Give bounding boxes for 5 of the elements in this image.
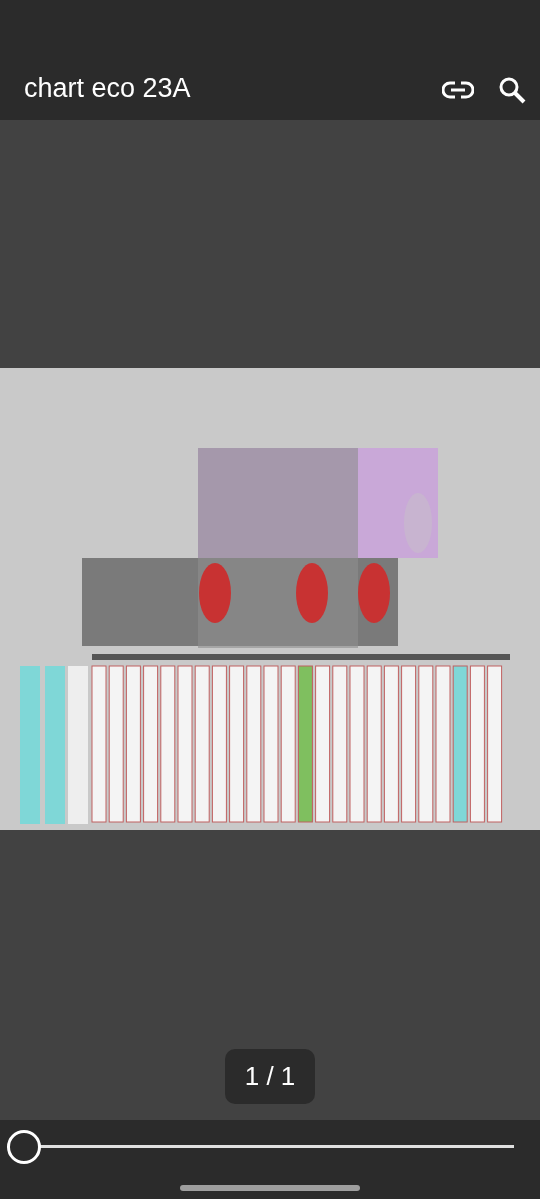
- page-indicator: 1 / 1: [224, 1049, 316, 1104]
- search-icon[interactable]: [498, 76, 526, 104]
- window-title: chart eco 23A: [24, 71, 192, 104]
- link-icon[interactable]: [442, 81, 474, 99]
- slider-thumb[interactable]: [7, 1130, 41, 1164]
